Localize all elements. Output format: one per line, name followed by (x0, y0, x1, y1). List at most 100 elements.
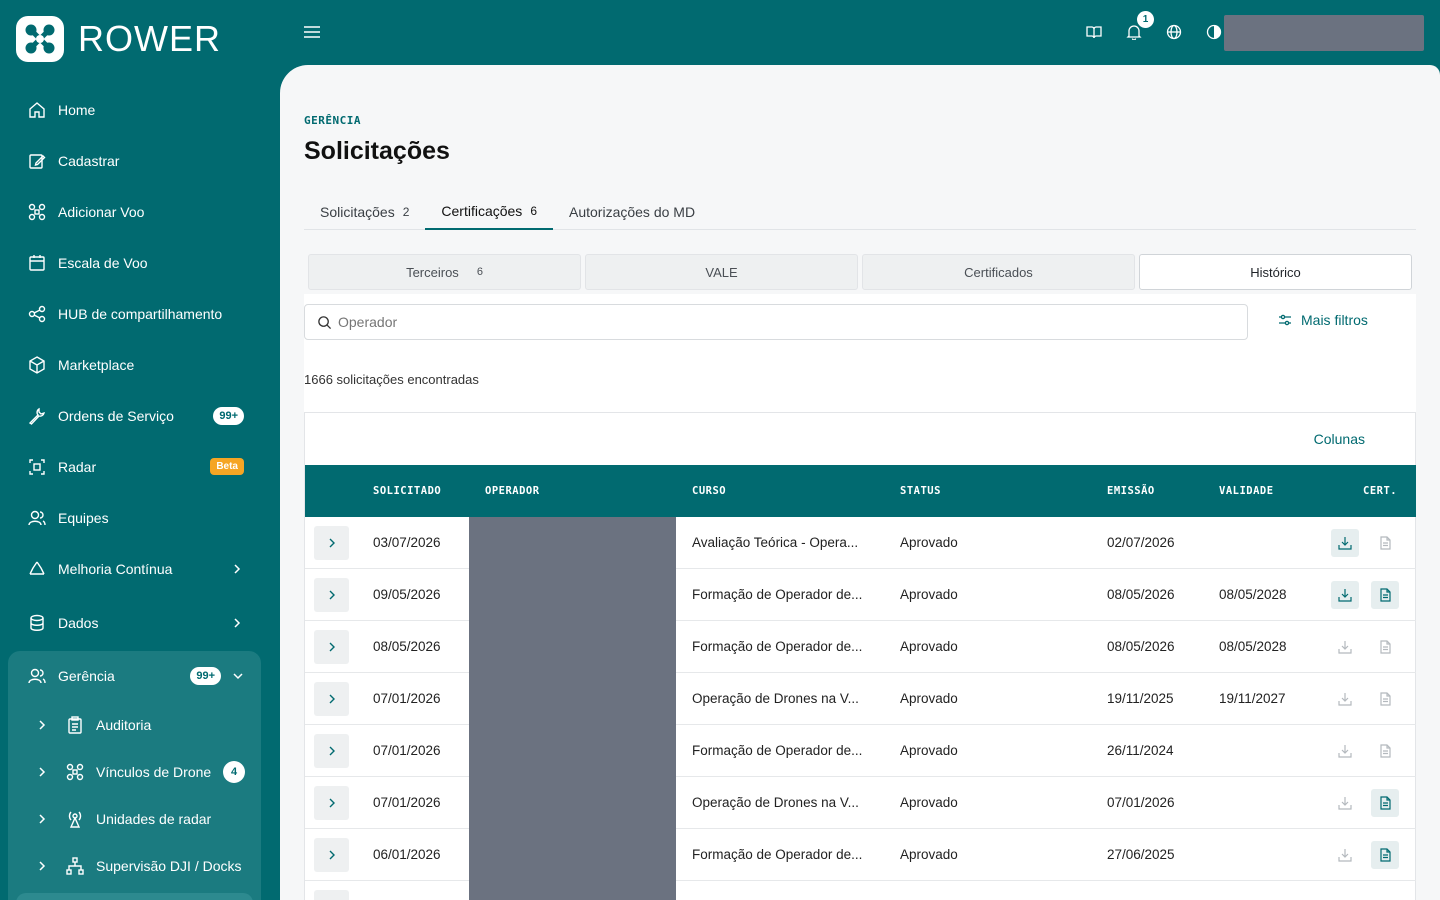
breadcrumb: GERÊNCIA (304, 114, 361, 127)
cell-curso: Operação de Drones na V... (692, 691, 859, 706)
sidebar-item-marketplace[interactable]: Marketplace (0, 339, 280, 390)
sidebar-item-melhoria-continua[interactable]: Melhoria Contínua (0, 543, 280, 594)
segment-vale[interactable]: VALE (585, 254, 858, 290)
bell-icon[interactable]: 1 (1124, 11, 1154, 42)
chevron-down-icon[interactable] (231, 669, 245, 683)
more-filters-button[interactable]: Mais filtros (1278, 312, 1368, 328)
sliders-icon (1279, 314, 1291, 326)
sidebar-item-escala-de-voo[interactable]: Escala de Voo (0, 237, 280, 288)
column-header-solicitado[interactable]: SOLICITADO (373, 485, 441, 497)
download-certificate-button[interactable] (1331, 581, 1359, 609)
expand-row-button[interactable] (314, 734, 349, 768)
expand-row-button[interactable] (314, 526, 349, 560)
sidebar-item-home[interactable]: Home (0, 84, 280, 135)
table-row[interactable]: 07/01/2026 Operação de Drones na V... Ap… (305, 673, 1416, 725)
sidebar-subitem-supervisao-dji[interactable]: Supervisão DJI / Docks (8, 842, 261, 889)
user-profile-redacted[interactable] (1224, 15, 1424, 51)
chevron-right-icon (234, 617, 241, 628)
data-table: Colunas SOLICITADO OPERADOR CURSO STATUS… (304, 412, 1416, 900)
download-certificate-button[interactable] (1331, 685, 1359, 713)
download-icon (1338, 588, 1352, 602)
calendar-icon (28, 254, 46, 272)
expand-row-button[interactable] (314, 682, 349, 716)
sidebar-item-label: Melhoria Contínua (58, 560, 173, 577)
sidebar-subitem-vinculos-de-drone[interactable]: Vínculos de Drone 4 (8, 748, 261, 795)
sidebar-item-ordens-de-servico[interactable]: Ordens de Serviço 99+ (0, 390, 280, 441)
cell-solicitado: 08/05/2026 (373, 639, 441, 654)
table-row[interactable]: 08/05/2026 Formação de Operador de... Ap… (305, 621, 1416, 673)
logo[interactable]: ROWER (16, 16, 221, 62)
table-row[interactable]: 09/05/2026 Formação de Operador de... Ap… (305, 569, 1416, 621)
expand-row-button[interactable] (314, 630, 349, 664)
column-header-curso[interactable]: CURSO (692, 485, 726, 497)
view-document-button[interactable] (1371, 581, 1399, 609)
download-certificate-button[interactable] (1331, 893, 1359, 900)
table-row[interactable]: 07/01/2026 Operação de Drones na V... Ap… (305, 777, 1416, 829)
segment-historico[interactable]: Histórico (1139, 254, 1412, 290)
logo-text: ROWER (78, 18, 221, 59)
sidebar: ROWER Home Cadastrar Adicionar Voo Escal… (0, 0, 280, 900)
globe-icon[interactable] (1164, 22, 1184, 42)
download-certificate-button[interactable] (1331, 529, 1359, 557)
sidebar-subitem-label: Supervisão DJI / Docks (96, 857, 242, 874)
download-certificate-button[interactable] (1331, 841, 1359, 869)
sidebar-item-adicionar-voo[interactable]: Adicionar Voo (0, 186, 280, 237)
tab-solicitacoes[interactable]: Solicitações 2 (304, 193, 425, 230)
table-row[interactable] (305, 881, 1416, 900)
sidebar-subitem-label: Auditoria (96, 716, 152, 733)
view-document-button[interactable] (1371, 685, 1399, 713)
column-header-operador[interactable]: OPERADOR (485, 485, 540, 497)
search-input[interactable] (338, 314, 1247, 330)
tab-autorizacoes-md[interactable]: Autorizações do MD (553, 193, 711, 230)
expand-row-button[interactable] (314, 838, 349, 872)
segment-terceiros[interactable]: Terceiros 6 (308, 254, 581, 290)
view-document-button[interactable] (1371, 633, 1399, 661)
sidebar-item-dados[interactable]: Dados (0, 594, 280, 651)
segment-certificados[interactable]: Certificados (862, 254, 1135, 290)
sidebar-item-cadastrar[interactable]: Cadastrar (0, 135, 280, 186)
count-badge: 99+ (190, 667, 221, 685)
book-icon[interactable] (1084, 22, 1104, 42)
cell-operador-redacted (469, 777, 676, 829)
cell-status: Aprovado (900, 795, 958, 810)
count-badge: 4 (223, 760, 245, 783)
sidebar-subitem-auditoria[interactable]: Auditoria (8, 701, 261, 748)
download-icon (1338, 640, 1352, 654)
hamburger-menu-icon[interactable] (302, 22, 322, 42)
download-certificate-button[interactable] (1331, 737, 1359, 765)
cell-curso: Formação de Operador de... (692, 639, 863, 654)
view-document-button[interactable] (1371, 529, 1399, 557)
tab-certificacoes[interactable]: Certificações 6 (425, 193, 553, 230)
sidebar-item-label: Marketplace (58, 356, 135, 373)
sidebar-subitem-unidades-de-radar[interactable]: Unidades de radar (8, 795, 261, 842)
table-row[interactable]: 06/01/2026 Formação de Operador de... Ap… (305, 829, 1416, 881)
chevron-right-icon (329, 642, 335, 652)
view-document-button[interactable] (1371, 789, 1399, 817)
cell-validade: 08/05/2028 (1219, 639, 1287, 654)
download-certificate-button[interactable] (1331, 633, 1359, 661)
view-document-button[interactable] (1371, 893, 1399, 900)
view-document-button[interactable] (1371, 841, 1399, 869)
table-row[interactable]: 07/01/2026 Formação de Operador de... Ap… (305, 725, 1416, 777)
column-header-emissao[interactable]: EMISSÃO (1107, 485, 1155, 497)
table-row[interactable]: 03/07/2026 Avaliação Teórica - Opera... … (305, 517, 1416, 569)
sidebar-item-gerencia[interactable]: Gerência 99+ (8, 651, 261, 701)
download-certificate-button[interactable] (1331, 789, 1359, 817)
sidebar-item-radar[interactable]: Radar Beta (0, 441, 280, 492)
document-icon (1378, 848, 1392, 862)
contrast-icon[interactable] (1204, 22, 1224, 42)
view-document-button[interactable] (1371, 737, 1399, 765)
sidebar-item-hub[interactable]: HUB de compartilhamento (0, 288, 280, 339)
column-header-cert: CERT. (1363, 485, 1398, 497)
main-nav: Home Cadastrar Adicionar Voo Escala de V… (0, 84, 280, 651)
columns-button[interactable]: Colunas (1314, 431, 1365, 447)
column-header-validade[interactable]: VALIDADE (1219, 485, 1274, 497)
column-header-status[interactable]: STATUS (900, 485, 941, 497)
drone-icon (28, 203, 46, 221)
cell-status: Aprovado (900, 639, 958, 654)
expand-row-button[interactable] (314, 578, 349, 612)
expand-row-button[interactable] (314, 890, 349, 900)
sidebar-item-equipes[interactable]: Equipes (0, 492, 280, 543)
segmented-control: Terceiros 6 VALE Certificados Histórico (308, 254, 1412, 290)
expand-row-button[interactable] (314, 786, 349, 820)
